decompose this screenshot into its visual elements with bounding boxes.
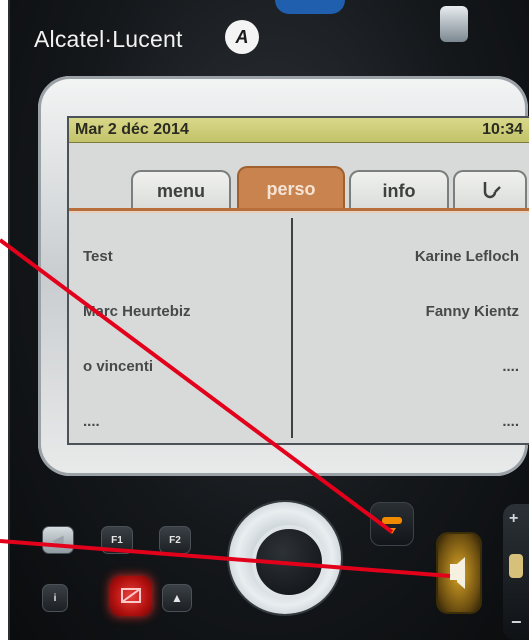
annotation-line-speaker bbox=[0, 539, 451, 578]
annotation-line-hangup bbox=[0, 238, 394, 534]
annotation-layer bbox=[0, 238, 451, 578]
